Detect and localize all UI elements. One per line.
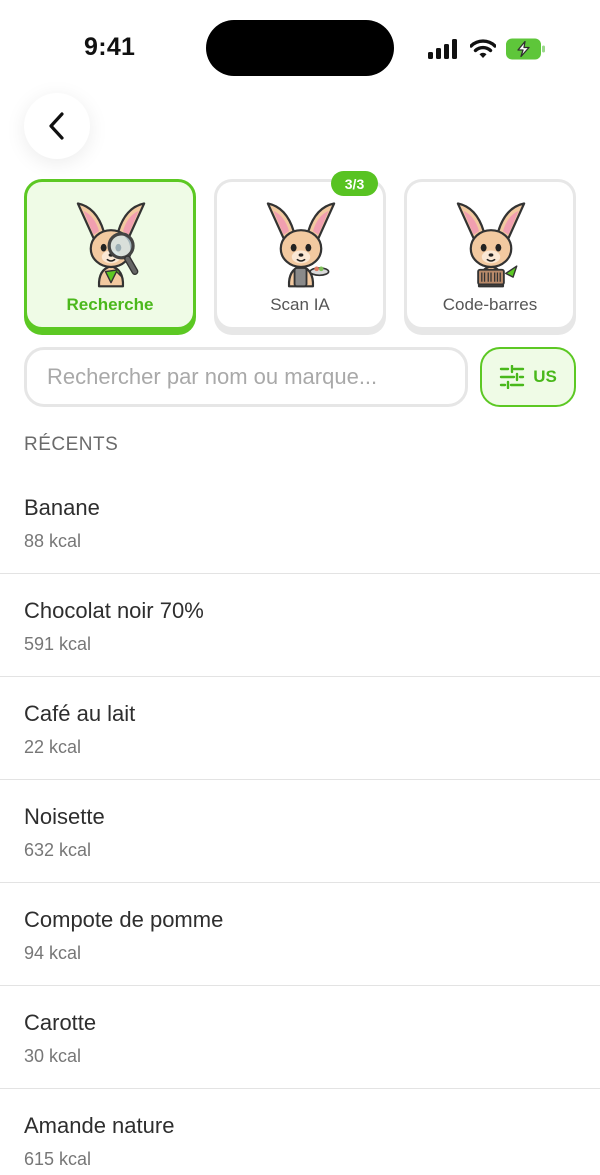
list-item[interactable]: Carotte 30 kcal: [0, 986, 600, 1089]
filter-sliders-icon: [499, 365, 525, 389]
dynamic-island: [206, 20, 394, 76]
food-kcal: 632 kcal: [24, 840, 92, 860]
fennec-phone-icon: [266, 202, 336, 288]
list-item[interactable]: Noisette 632 kcal: [0, 780, 600, 883]
food-name: Carotte: [24, 1010, 97, 1035]
food-name: Banane: [24, 495, 100, 520]
fennec-magnifier-icon: [76, 202, 146, 288]
mode-label-scan-ia: Scan IA: [270, 295, 330, 314]
food-kcal: 88 kcal: [24, 531, 82, 551]
food-name: Chocolat noir 70%: [24, 598, 204, 623]
list-item[interactable]: Banane 88 kcal: [0, 471, 600, 574]
status-time: 9:41: [84, 33, 136, 61]
fennec-barcode-icon: [456, 202, 526, 288]
mode-label-recherche: Recherche: [66, 295, 154, 314]
scan-quota-badge: 3/3: [331, 171, 378, 196]
wifi-icon: [470, 39, 496, 58]
food-name: Compote de pomme: [24, 907, 224, 932]
signal-icon: [428, 39, 457, 59]
battery-icon: [506, 38, 545, 60]
back-chevron-icon: [49, 112, 64, 140]
food-kcal: 591 kcal: [24, 634, 92, 654]
back-button[interactable]: [24, 93, 90, 159]
list-item[interactable]: Café au lait 22 kcal: [0, 677, 600, 780]
recents-section-title: RÉCENTS: [24, 434, 119, 455]
mode-label-code-barres: Code-barres: [442, 295, 538, 314]
food-kcal: 22 kcal: [24, 737, 82, 757]
list-item[interactable]: Chocolat noir 70% 591 kcal: [0, 574, 600, 677]
food-name: Café au lait: [24, 701, 136, 726]
recents-list: Banane 88 kcal Chocolat noir 70% 591 kca…: [0, 471, 600, 1175]
food-name: Noisette: [24, 804, 105, 829]
list-item[interactable]: Amande nature 615 kcal: [0, 1089, 600, 1175]
food-kcal: 30 kcal: [24, 1046, 82, 1066]
list-item[interactable]: Compote de pomme 94 kcal: [0, 883, 600, 986]
filter-units-label: US: [533, 367, 557, 386]
mode-card-code-barres[interactable]: Code-barres: [404, 179, 576, 330]
search-mode-selector: Recherche Scan IA Code-barres: [24, 179, 576, 334]
status-bar: 9:41: [0, 0, 600, 90]
mode-card-recherche[interactable]: Recherche: [24, 179, 196, 330]
search-input[interactable]: [24, 347, 468, 407]
food-name: Amande nature: [24, 1113, 175, 1138]
status-icons: [428, 36, 546, 62]
food-kcal: 94 kcal: [24, 943, 82, 963]
filter-units-button[interactable]: US: [480, 347, 576, 407]
mode-card-scan-ia[interactable]: Scan IA: [214, 179, 386, 330]
food-kcal: 615 kcal: [24, 1149, 92, 1169]
